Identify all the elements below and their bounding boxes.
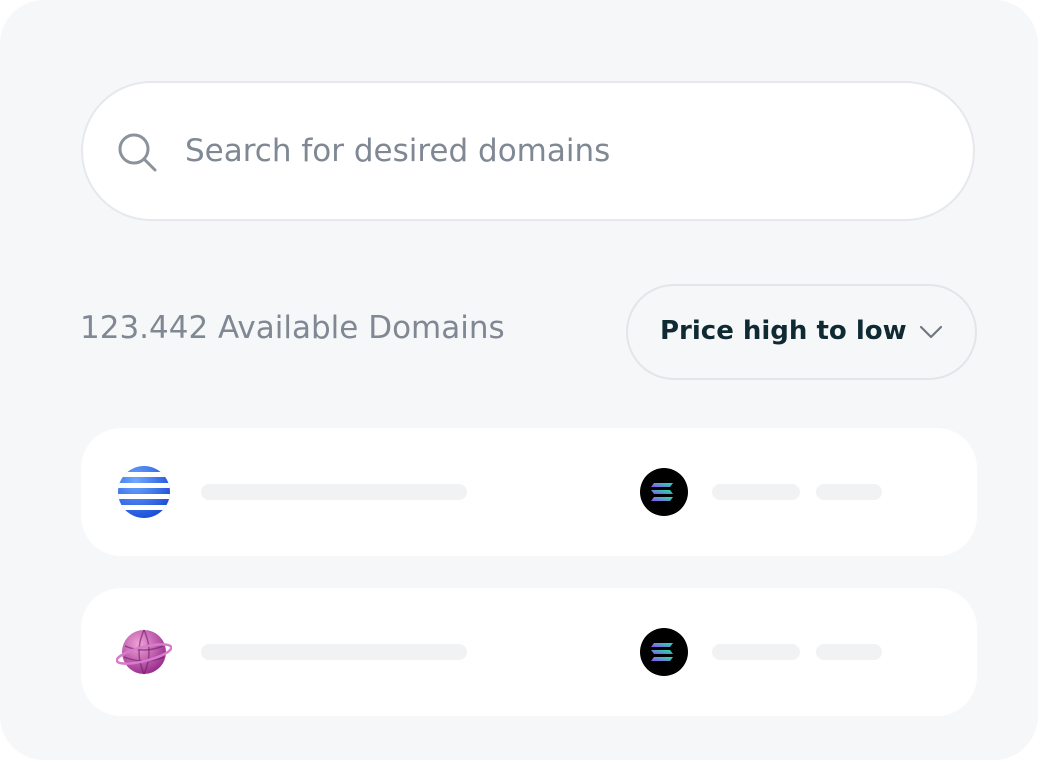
- pink-planet-icon: [116, 629, 172, 675]
- domain-name-placeholder: [201, 644, 467, 660]
- domain-name-placeholder: [201, 484, 467, 500]
- price-secondary-placeholder: [816, 484, 882, 500]
- search-icon: [118, 133, 157, 172]
- solana-icon: [640, 468, 688, 516]
- chevron-down-icon: [919, 325, 943, 339]
- solana-icon: [640, 628, 688, 676]
- price-placeholder: [712, 484, 800, 500]
- price-placeholder: [712, 644, 800, 660]
- domain-list-item[interactable]: [81, 428, 977, 556]
- domain-search-panel: 123.442 Available Domains Price high to …: [0, 0, 1038, 760]
- blue-striped-sphere-icon: [118, 466, 170, 518]
- sort-dropdown-label: Price high to low: [660, 316, 907, 346]
- search-input[interactable]: [185, 123, 925, 179]
- sort-dropdown[interactable]: Price high to low: [626, 284, 977, 380]
- available-domains-count: 123.442 Available Domains: [80, 310, 505, 346]
- search-bar[interactable]: [81, 81, 975, 221]
- domain-list-item[interactable]: [81, 588, 977, 716]
- price-secondary-placeholder: [816, 644, 882, 660]
